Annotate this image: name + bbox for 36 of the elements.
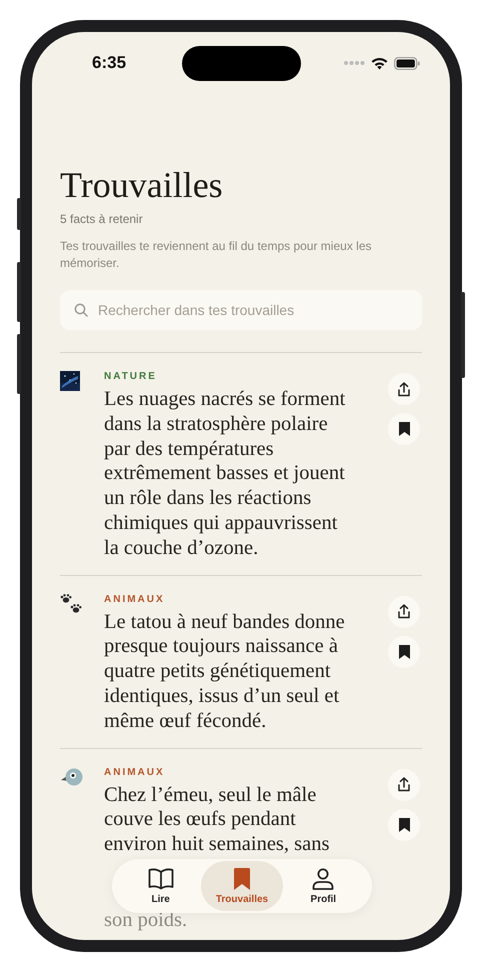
fact-text: son poids. [104,910,188,930]
bookmark-icon [398,422,410,436]
bird-head-icon [60,766,84,787]
bookmark-button[interactable] [388,636,420,668]
search-input[interactable]: Rechercher dans tes trouvailles [98,302,408,318]
search-icon [74,303,88,317]
share-button[interactable] [388,596,420,628]
book-icon [148,868,174,890]
share-icon [397,604,411,620]
share-icon [397,777,411,792]
share-button[interactable] [388,768,420,801]
category-label: ANIMAUX [104,594,166,605]
page-title: Trouvailles [60,164,224,206]
search-field[interactable]: Rechercher dans tes trouvailles [60,290,422,330]
fact-text: Le tatou à neuf bandes donne presque toujours naissance à quatre petits génétiquement identiques, issus d’un seul et même œuf fécondé. [104,610,346,734]
bookmark-icon [234,868,250,890]
category-label: ANIMAUX [104,766,166,778]
tab-item[interactable]: Profil [282,861,364,911]
signal-dots-icon [343,60,365,66]
share-button[interactable] [388,373,420,405]
person-icon [312,868,334,890]
tab-item[interactable]: Lire [120,861,202,911]
share-icon [397,382,411,396]
bookmark-button[interactable] [388,413,420,445]
wifi-icon [371,56,388,70]
fact-text: Les nuages nacrés se forment dans la stratosphère polaire par des températures extrêmement basses et jouent un rôle dans les réactions chimiques qui appauvrissent la couche d’ozone. [104,387,346,561]
fact-text: Chez l’émeu, seul le mâle couve les œufs pendant environ huit semaines, sans [104,782,330,857]
tab-item[interactable]: Trouvailles [201,861,283,911]
status-time: 6:35 [92,53,126,73]
category-label: NATURE [104,371,158,382]
facts-count: 5 facts à retenir [60,212,144,226]
battery-icon [394,56,420,70]
page-description: Tes trouvailles te reviennent au fil du temps pour mieux les mémoriser. [60,238,372,272]
bookmark-button[interactable] [388,808,420,841]
bookmark-icon [398,644,410,659]
bookmark-icon [398,818,410,832]
